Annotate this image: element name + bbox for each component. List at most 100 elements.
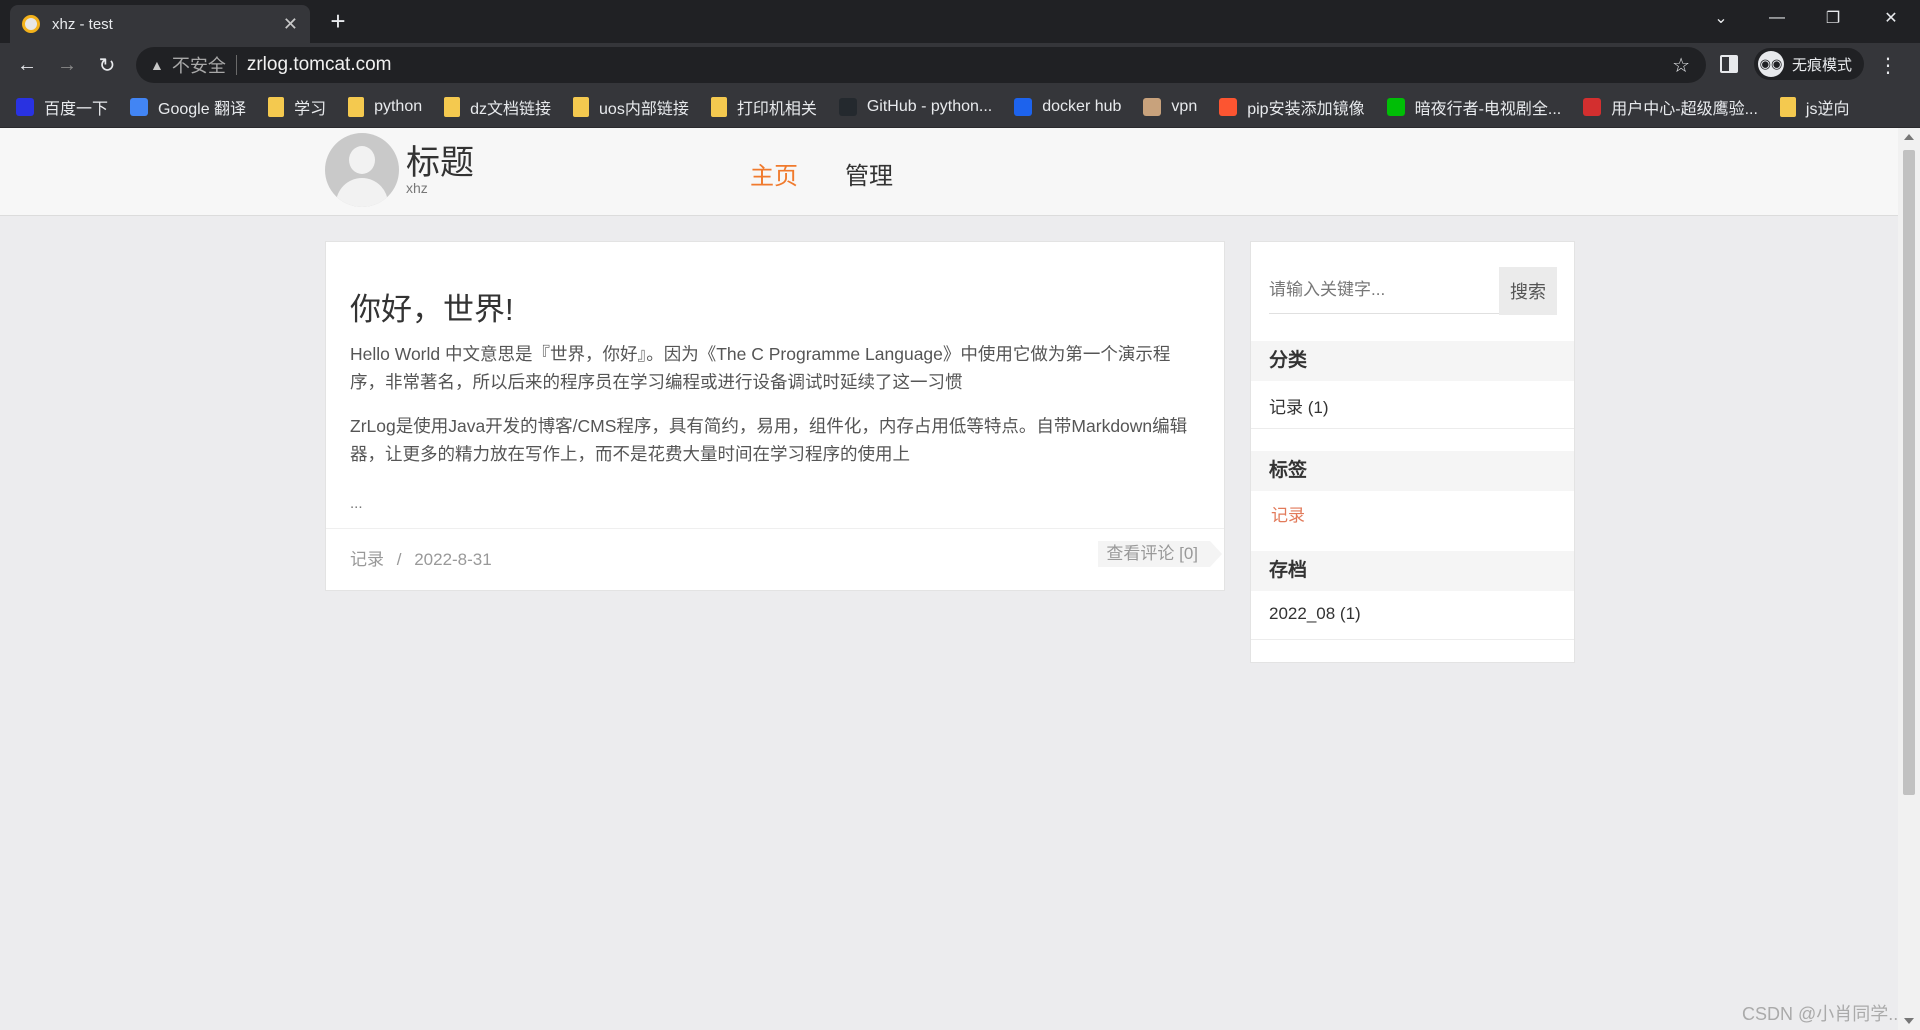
forward-button[interactable]: → xyxy=(52,50,82,80)
avatar[interactable] xyxy=(325,133,399,207)
post-date: 2022-8-31 xyxy=(414,550,492,569)
site-subtitle: xhz xyxy=(406,180,428,196)
warning-icon[interactable]: ▲ xyxy=(150,57,164,73)
post-category-link[interactable]: 记录 xyxy=(350,550,384,569)
url-text[interactable]: zrlog.tomcat.com xyxy=(247,54,1672,76)
archive-item[interactable]: 2022_08 (1) xyxy=(1269,604,1361,624)
bookmark-label: 百度一下 xyxy=(44,100,109,118)
bookmark-label: 打印机相关 xyxy=(736,100,817,118)
bookmark-star-icon[interactable]: ☆ xyxy=(1672,53,1690,78)
bookmark-item[interactable]: 百度一下 xyxy=(16,95,108,119)
side-panel-icon[interactable] xyxy=(1720,55,1738,73)
bookmark-item[interactable]: GitHub - python... xyxy=(838,97,993,116)
bookmark-label: 学习 xyxy=(294,100,327,118)
new-tab-button[interactable]: + xyxy=(324,8,352,36)
bookmark-label: python xyxy=(374,97,423,115)
search-input[interactable] xyxy=(1269,267,1499,314)
vpn-icon xyxy=(1143,97,1162,116)
bookmark-label: docker hub xyxy=(1042,97,1122,115)
scroll-down-icon[interactable] xyxy=(1904,1018,1914,1024)
bookmark-label: dz文档链接 xyxy=(470,100,552,118)
folder-icon xyxy=(268,96,285,117)
divider xyxy=(235,55,237,75)
bookmark-item[interactable]: Google 翻译 xyxy=(130,95,246,119)
bookmark-item[interactable]: docker hub xyxy=(1014,97,1122,116)
folder-icon xyxy=(1779,96,1796,117)
avatar-head xyxy=(349,146,375,174)
browser-menu-icon[interactable]: ⋮ xyxy=(1878,53,1898,78)
post-paragraph: ZrLog是使用Java开发的博客/CMS程序，具有简约，易用，组件化，内存占用… xyxy=(350,416,1188,464)
reload-button[interactable]: ↻ xyxy=(92,50,122,80)
restore-button[interactable]: ❐ xyxy=(1804,0,1862,36)
bookmark-item[interactable]: pip安装添加镜像 xyxy=(1219,95,1365,119)
scroll-up-icon[interactable] xyxy=(1904,134,1914,140)
iqiyi-icon xyxy=(1386,97,1405,116)
folder-icon xyxy=(573,96,590,117)
incognito-badge[interactable]: ◉◉ 无痕模式 xyxy=(1754,48,1865,80)
back-button[interactable]: ← xyxy=(12,50,42,80)
baidu-icon xyxy=(16,97,34,116)
search-button[interactable]: 搜索 xyxy=(1499,267,1557,315)
nav-admin-link[interactable]: 管理 xyxy=(845,156,893,191)
meta-separator: / xyxy=(396,550,402,569)
security-label[interactable]: 不安全 xyxy=(172,52,226,78)
sidebar: 搜索 分类 记录 (1) 标签 记录 存档 2022_08 (1) xyxy=(1250,241,1575,663)
incognito-icon: ◉◉ xyxy=(1758,51,1784,77)
divider xyxy=(1251,639,1574,640)
browser-tabstrip: xhz - test ✕ + ⌄ — ❐ ✕ xyxy=(0,0,1920,43)
bookmark-item[interactable]: 暗夜行者-电视剧全... xyxy=(1386,95,1562,119)
post-paragraph: Hello World 中文意思是『世界，你好』。因为《The C Progra… xyxy=(350,344,1171,392)
category-item[interactable]: 记录 (1) xyxy=(1269,393,1329,418)
nav-home-link[interactable]: 主页 xyxy=(750,156,798,191)
post-title[interactable]: 你好，世界! xyxy=(350,284,514,329)
scrollbar-thumb[interactable] xyxy=(1903,150,1915,795)
categories-heading: 分类 xyxy=(1251,341,1574,381)
view-comments-link[interactable]: 查看评论 [0] xyxy=(1098,541,1222,567)
bookmark-label: 用户中心-超级鹰验... xyxy=(1611,100,1758,118)
post-footer: 记录 / 2022-8-31 查看评论 [0] xyxy=(326,528,1224,590)
bookmark-label: vpn xyxy=(1171,97,1198,115)
browser-tab[interactable]: xhz - test ✕ xyxy=(10,5,310,43)
site-header: 标题 xhz 主页 管理 xyxy=(0,128,1898,216)
post-body: Hello World 中文意思是『世界，你好』。因为《The C Progra… xyxy=(350,340,1200,484)
tab-search-button[interactable]: ⌄ xyxy=(1692,0,1750,36)
tags-heading: 标签 xyxy=(1251,451,1574,491)
folder-icon xyxy=(444,96,461,117)
tag-item[interactable]: 记录 xyxy=(1271,501,1305,526)
csdn-watermark: CSDN @小肖同学.. xyxy=(1742,1004,1899,1024)
bookmark-item[interactable]: uos内部链接 xyxy=(573,95,689,119)
bookmark-item[interactable]: 打印机相关 xyxy=(710,95,817,119)
close-tab-icon[interactable]: ✕ xyxy=(283,14,298,35)
post-card: 你好，世界! Hello World 中文意思是『世界，你好』。因为《The C… xyxy=(325,241,1225,591)
bookmark-item[interactable]: vpn xyxy=(1143,97,1198,116)
bookmark-item[interactable]: 学习 xyxy=(268,95,326,119)
bookmark-item[interactable]: 用户中心-超级鹰验... xyxy=(1583,95,1758,119)
browser-toolbar: ← → ↻ ▲ 不安全 zrlog.tomcat.com ☆ ◉◉ 无痕模式 ⋮ xyxy=(0,43,1920,86)
archives-heading: 存档 xyxy=(1251,551,1574,591)
read-more-ellipsis[interactable]: ... xyxy=(350,495,363,512)
bookmark-label: 暗夜行者-电视剧全... xyxy=(1414,100,1562,118)
bookmark-label: uos内部链接 xyxy=(599,100,689,118)
close-window-button[interactable]: ✕ xyxy=(1862,0,1920,36)
bookmark-label: GitHub - python... xyxy=(866,97,993,115)
bookmark-item[interactable]: js逆向 xyxy=(1779,95,1850,119)
bookmark-label: js逆向 xyxy=(1805,100,1850,118)
bookmarks-bar: 百度一下 Google 翻译 学习 python dz文档链接 uos内部链接 打印机相关 G… xyxy=(0,86,1920,128)
bookmark-item[interactable]: python xyxy=(348,96,423,117)
tab-title: xhz - test xyxy=(52,15,113,33)
eagle-icon xyxy=(1583,97,1602,116)
folder-icon xyxy=(348,96,365,117)
site-favicon-icon xyxy=(22,15,40,33)
minimize-button[interactable]: — xyxy=(1748,0,1806,36)
docker-icon xyxy=(1014,97,1033,116)
bookmark-item[interactable]: dz文档链接 xyxy=(444,95,551,119)
address-bar[interactable]: ▲ 不安全 zrlog.tomcat.com ☆ xyxy=(136,47,1706,83)
google-translate-icon xyxy=(130,97,149,116)
csdn-icon xyxy=(1219,97,1238,116)
web-page: 标题 xhz 主页 管理 你好，世界! Hello World 中文意思是『世界… xyxy=(0,128,1898,1030)
page-scrollbar[interactable] xyxy=(1898,128,1920,1030)
incognito-label: 无痕模式 xyxy=(1792,56,1853,74)
bookmark-label: Google 翻译 xyxy=(158,100,247,118)
divider xyxy=(1251,428,1574,429)
site-title[interactable]: 标题 xyxy=(406,135,474,184)
